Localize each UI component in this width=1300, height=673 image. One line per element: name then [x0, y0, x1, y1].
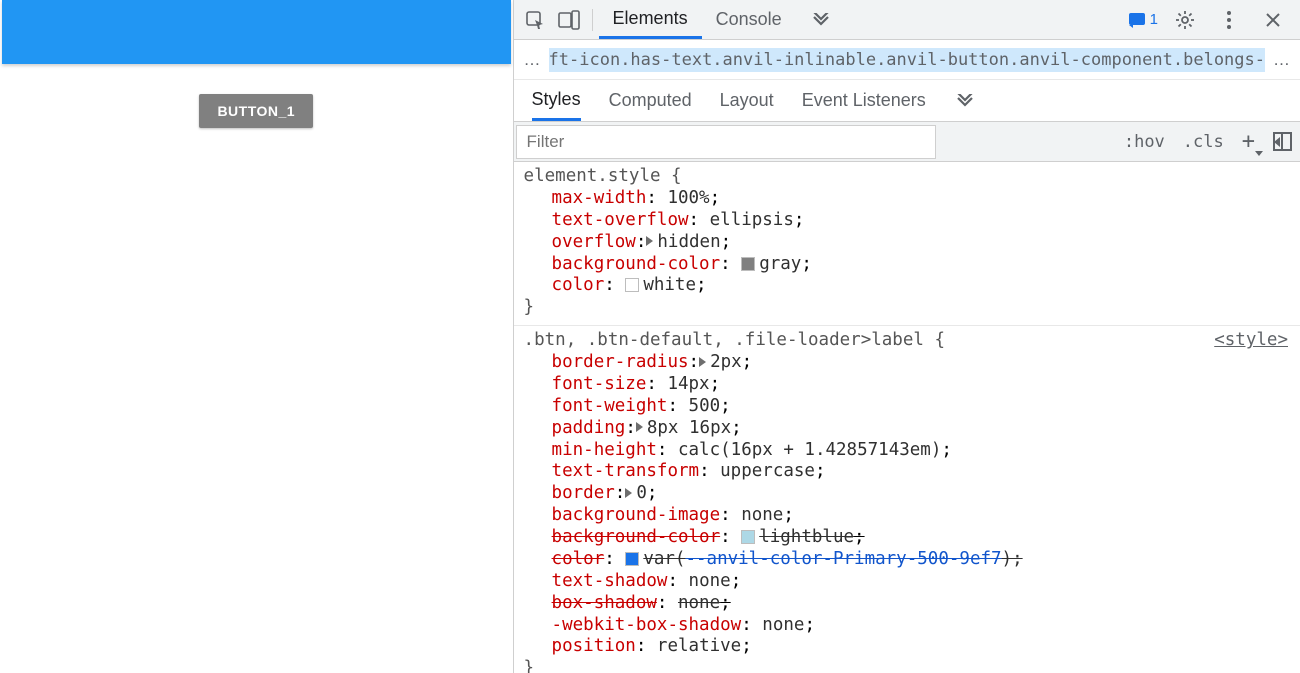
css-declaration[interactable]: text-transform: uppercase; — [552, 461, 1290, 483]
style-rule[interactable]: <style> .btn, .btn-default, .file-loader… — [514, 326, 1300, 673]
color-swatch[interactable] — [741, 530, 755, 544]
css-declaration[interactable]: text-overflow: ellipsis; — [552, 210, 1290, 232]
breadcrumb-overflow-left[interactable]: … — [524, 50, 541, 70]
expand-shorthand-icon[interactable] — [625, 488, 632, 498]
toggle-sidebar-icon[interactable] — [1273, 132, 1292, 151]
css-declaration-overridden[interactable]: box-shadow: none; — [552, 593, 1290, 615]
inspect-element-icon[interactable] — [518, 3, 552, 37]
devtools-toolbar: Elements Console 1 — [514, 0, 1300, 40]
subtab-computed[interactable]: Computed — [609, 80, 692, 121]
css-declaration[interactable]: text-shadow: none; — [552, 571, 1290, 593]
app-header-bar — [2, 0, 511, 64]
toolbar-separator — [592, 9, 593, 31]
breadcrumb-selected-node[interactable]: ft-icon.has-text.anvil-inlinable.anvil-b… — [549, 48, 1265, 72]
tabs-overflow-icon[interactable] — [796, 0, 846, 39]
toggle-hov[interactable]: :hov — [1124, 132, 1165, 152]
subtabs-overflow-icon[interactable] — [954, 80, 976, 121]
css-declaration[interactable]: position: relative; — [552, 636, 1290, 658]
css-declaration[interactable]: -webkit-box-shadow: none; — [552, 615, 1290, 637]
kebab-menu-icon[interactable] — [1212, 3, 1246, 37]
issues-badge[interactable]: 1 — [1128, 11, 1158, 29]
css-declaration[interactable]: font-weight: 500; — [552, 396, 1290, 418]
page-preview: Button_1 — [0, 0, 513, 673]
elements-breadcrumb[interactable]: … ft-icon.has-text.anvil-inlinable.anvil… — [514, 40, 1300, 80]
css-declaration[interactable]: border-radius:2px; — [552, 352, 1290, 374]
devtools-panel: Elements Console 1 — [513, 0, 1300, 673]
new-style-rule-icon[interactable]: + — [1242, 129, 1255, 154]
rule-origin-link[interactable]: <style> — [1214, 330, 1288, 352]
css-declaration-overridden[interactable]: color: var(--anvil-color-Primary-500-9ef… — [552, 549, 1290, 571]
css-declaration[interactable]: background-color: gray; — [552, 254, 1290, 276]
tab-console[interactable]: Console — [702, 0, 796, 39]
expand-shorthand-icon[interactable] — [699, 357, 706, 367]
css-declaration[interactable]: min-height: calc(16px + 1.42857143em); — [552, 440, 1290, 462]
styles-filter-bar: :hov .cls + — [514, 122, 1300, 162]
color-swatch[interactable] — [741, 257, 755, 271]
rule-selector[interactable]: .btn, .btn-default, .file-loader>label { — [524, 330, 945, 350]
style-rule[interactable]: element.style { max-width: 100%; text-ov… — [514, 162, 1300, 326]
toggle-cls[interactable]: .cls — [1183, 132, 1224, 152]
css-declaration[interactable]: color: white; — [552, 275, 1290, 297]
color-swatch[interactable] — [625, 278, 639, 292]
tab-elements[interactable]: Elements — [599, 0, 702, 39]
devtools-main-tabs: Elements Console — [599, 0, 846, 39]
css-var-link[interactable]: --anvil-color-Primary-500-9ef7 — [685, 549, 1001, 569]
subtab-event-listeners[interactable]: Event Listeners — [802, 80, 926, 121]
breadcrumb-overflow-right[interactable]: … — [1273, 50, 1290, 70]
demo-button[interactable]: Button_1 — [199, 94, 313, 128]
styles-filter-input[interactable] — [516, 125, 936, 159]
settings-gear-icon[interactable] — [1168, 3, 1202, 37]
styles-subtabs: Styles Computed Layout Event Listeners — [514, 80, 1300, 122]
expand-shorthand-icon[interactable] — [636, 422, 643, 432]
css-declaration-overridden[interactable]: background-color: lightblue; — [552, 527, 1290, 549]
issues-count: 1 — [1150, 11, 1158, 28]
color-swatch[interactable] — [625, 552, 639, 566]
css-declaration[interactable]: max-width: 100%; — [552, 188, 1290, 210]
css-declaration[interactable]: padding:8px 16px; — [552, 418, 1290, 440]
css-declaration[interactable]: font-size: 14px; — [552, 374, 1290, 396]
close-devtools-icon[interactable] — [1256, 3, 1290, 37]
styles-pane[interactable]: element.style { max-width: 100%; text-ov… — [514, 162, 1300, 673]
css-declaration[interactable]: border:0; — [552, 483, 1290, 505]
page-body: Button_1 — [0, 64, 513, 128]
device-toolbar-icon[interactable] — [552, 3, 586, 37]
css-declaration[interactable]: background-image: none; — [552, 505, 1290, 527]
rule-selector[interactable]: element.style { — [524, 166, 682, 186]
subtab-layout[interactable]: Layout — [720, 80, 774, 121]
css-declaration[interactable]: overflow:hidden; — [552, 232, 1290, 254]
subtab-styles[interactable]: Styles — [532, 80, 581, 121]
expand-shorthand-icon[interactable] — [646, 236, 653, 246]
